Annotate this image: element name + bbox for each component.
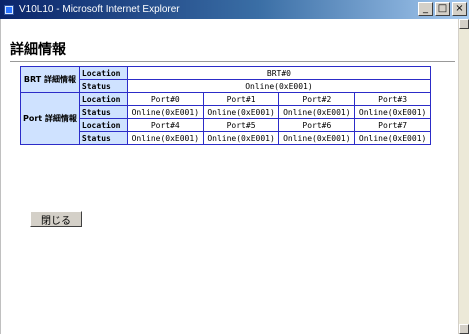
port-status-label: Status	[78, 105, 128, 119]
port-location-6: Port#6	[278, 118, 356, 132]
divider	[10, 61, 455, 63]
port-location-2: Port#2	[278, 92, 356, 106]
browser-icon	[3, 4, 15, 16]
close-window-button[interactable]: ×	[452, 2, 467, 16]
brt-group-label: BRT 詳細情報	[20, 66, 80, 93]
brt-status-row: Status Online(0xE001)	[21, 79, 432, 93]
vertical-scrollbar[interactable]	[458, 19, 469, 334]
port-location-1: Port#1	[202, 92, 280, 106]
port-status-5: Online(0xE001)	[202, 131, 280, 145]
port-status-label: Status	[78, 131, 128, 145]
brt-location-label: Location	[78, 66, 128, 80]
port-status-row-1: Status Online(0xE001) Online(0xE001) Onl…	[21, 105, 431, 119]
port-location-3: Port#3	[354, 92, 431, 106]
brt-status-value: Online(0xE001)	[126, 79, 432, 93]
port-status-3: Online(0xE001)	[354, 105, 431, 119]
close-button[interactable]: 閉じる	[30, 211, 82, 227]
port-status-2: Online(0xE001)	[278, 105, 356, 119]
port-status-row-2: Status Online(0xE001) Online(0xE001) Onl…	[21, 131, 431, 145]
port-location-4: Port#4	[126, 118, 204, 132]
port-location-label: Location	[78, 92, 128, 106]
port-location-7: Port#7	[354, 118, 431, 132]
port-status-4: Online(0xE001)	[126, 131, 204, 145]
brt-location-value: BRT#0	[126, 66, 432, 80]
minimize-button[interactable]: _	[418, 2, 433, 16]
port-status-7: Online(0xE001)	[354, 131, 431, 145]
port-location-row-2: Location Port#4 Port#5 Port#6 Port#7	[21, 118, 431, 132]
brt-status-label: Status	[78, 79, 128, 93]
page-title: 詳細情報	[10, 42, 66, 58]
details-table: BRT 詳細情報 Location BRT#0 Status Online(0x…	[20, 66, 432, 145]
brt-location-row: BRT 詳細情報 Location BRT#0	[20, 66, 432, 93]
maximize-button[interactable]: □	[435, 2, 450, 16]
scroll-down-arrow[interactable]	[459, 324, 469, 334]
port-location-row-1: Port 詳細情報 Location Port#0 Port#1 Port#2 …	[20, 92, 431, 145]
port-group-label: Port 詳細情報	[20, 92, 80, 145]
window-controls: _ □ ×	[418, 2, 467, 16]
port-location-label: Location	[78, 118, 128, 132]
left-border	[0, 19, 1, 334]
page-content: 詳細情報 BRT 詳細情報 Location BRT#0 Status Onli…	[0, 19, 469, 334]
browser-window: V10L10 - Microsoft Internet Explorer _ □…	[0, 0, 469, 334]
port-location-0: Port#0	[126, 92, 204, 106]
port-status-1: Online(0xE001)	[202, 105, 280, 119]
window-title: V10L10 - Microsoft Internet Explorer	[19, 4, 180, 15]
port-location-5: Port#5	[202, 118, 280, 132]
port-status-0: Online(0xE001)	[126, 105, 204, 119]
scroll-up-arrow[interactable]	[459, 19, 469, 29]
port-status-6: Online(0xE001)	[278, 131, 356, 145]
title-bar: V10L10 - Microsoft Internet Explorer _ □…	[0, 0, 469, 19]
